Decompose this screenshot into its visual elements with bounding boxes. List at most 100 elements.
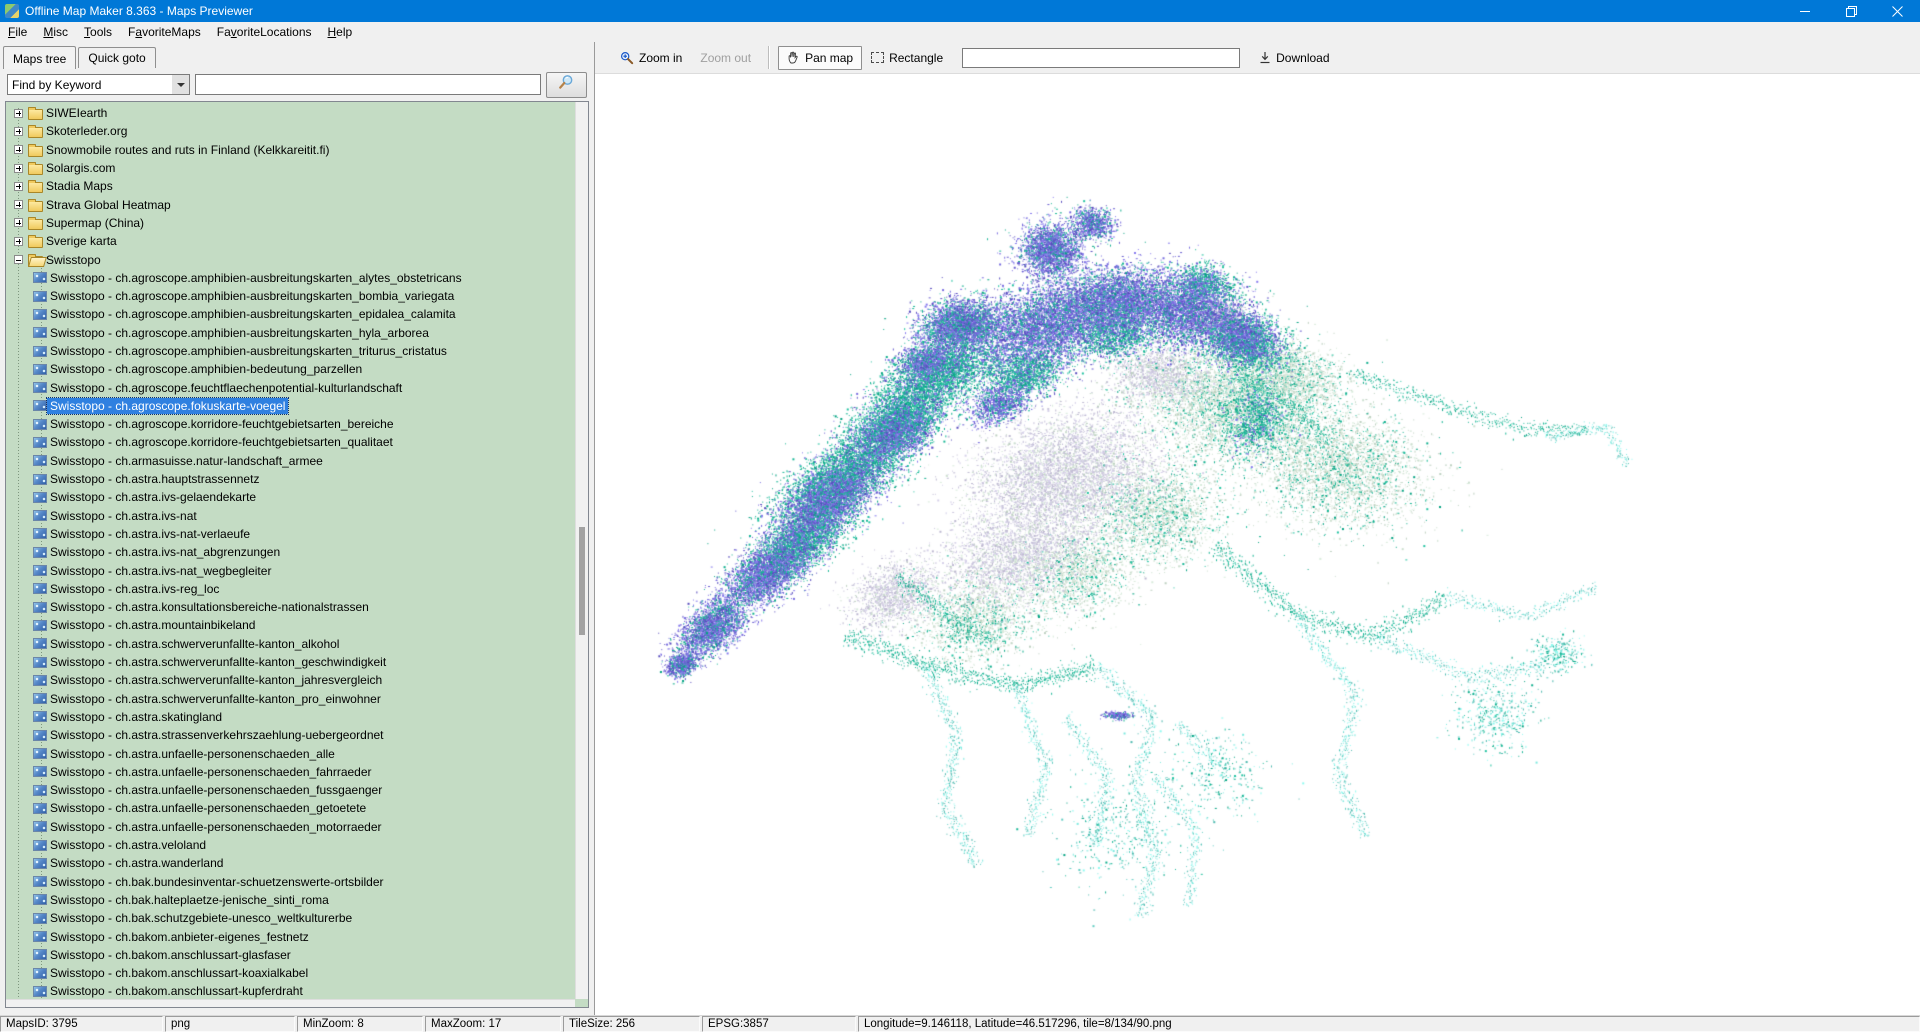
- tree-item[interactable]: Swisstopo: [6, 250, 574, 268]
- tree-item[interactable]: Swisstopo - ch.agroscope.amphibien-ausbr…: [6, 287, 574, 305]
- collapse-icon[interactable]: [14, 255, 23, 264]
- tree-item[interactable]: Swisstopo - ch.astra.ivs-nat_wegbegleite…: [6, 561, 574, 579]
- tree-item[interactable]: Swisstopo - ch.bakom.anbieter-eigenes_fe…: [6, 927, 574, 945]
- tree-item[interactable]: Swisstopo - ch.astra.schwerverunfallte-k…: [6, 690, 574, 708]
- tree-item[interactable]: Swisstopo - ch.astra.unfaelle-personensc…: [6, 744, 574, 762]
- tree-item[interactable]: Swisstopo - ch.agroscope.amphibien-ausbr…: [6, 324, 574, 342]
- tree-item[interactable]: Swisstopo - ch.astra.ivs-nat: [6, 507, 574, 525]
- tree-item[interactable]: Swisstopo - ch.agroscope.fokuskarte-voeg…: [6, 397, 574, 415]
- download-label: Download: [1276, 51, 1329, 65]
- tree-item[interactable]: Sverige karta: [6, 232, 574, 250]
- zoom-out-button[interactable]: Zoom out: [691, 46, 760, 70]
- tree-item[interactable]: Swisstopo - ch.astra.schwerverunfallte-k…: [6, 653, 574, 671]
- tree-horizontal-scrollbar[interactable]: [6, 999, 575, 1007]
- expand-icon[interactable]: [14, 127, 23, 136]
- tree-item[interactable]: Swisstopo - ch.astra.unfaelle-personensc…: [6, 763, 574, 781]
- tree-item-label: Swisstopo - ch.agroscope.amphibien-ausbr…: [47, 270, 465, 286]
- tree-item[interactable]: Solargis.com: [6, 159, 574, 177]
- expand-icon[interactable]: [14, 218, 23, 227]
- tree-item[interactable]: Swisstopo - ch.armasuisse.natur-landscha…: [6, 452, 574, 470]
- tree-item[interactable]: Swisstopo - ch.agroscope.amphibien-ausbr…: [6, 305, 574, 323]
- menu-item-tools[interactable]: Tools: [76, 22, 120, 42]
- map-canvas[interactable]: [595, 74, 1920, 1015]
- expand-icon[interactable]: [14, 145, 23, 154]
- tree-item[interactable]: Swisstopo - ch.astra.mountainbikeland: [6, 616, 574, 634]
- expand-icon[interactable]: [14, 200, 23, 209]
- toolbar-input[interactable]: [962, 48, 1240, 68]
- tree-item[interactable]: Swisstopo - ch.bak.halteplaetze-jenische…: [6, 891, 574, 909]
- tab-quick-goto[interactable]: Quick goto: [78, 47, 155, 68]
- minimize-button[interactable]: [1782, 0, 1828, 22]
- map-layer-icon: [33, 785, 47, 796]
- menu-item-misc[interactable]: Misc: [35, 22, 76, 42]
- tree-item[interactable]: Supermap (China): [6, 214, 574, 232]
- tree-item[interactable]: Swisstopo - ch.bakom.anschlussart-koaxia…: [6, 964, 574, 982]
- tree-item-label: Swisstopo - ch.astra.ivs-reg_loc: [47, 581, 222, 597]
- tree-item[interactable]: Skoterleder.org: [6, 122, 574, 140]
- tree-item[interactable]: Swisstopo - ch.astra.ivs-gelaendekarte: [6, 488, 574, 506]
- expand-icon[interactable]: [14, 237, 23, 246]
- tree-item[interactable]: Stadia Maps: [6, 177, 574, 195]
- expand-icon[interactable]: [14, 182, 23, 191]
- map-layer-icon: [33, 474, 47, 485]
- scrollbar-thumb[interactable]: [579, 527, 585, 635]
- map-layer-icon: [33, 986, 47, 997]
- tree-item[interactable]: SIWEIearth: [6, 104, 574, 122]
- restore-button[interactable]: [1828, 0, 1874, 22]
- tree-item[interactable]: Swisstopo - ch.bakom.anschlussart-kupfer…: [6, 982, 574, 999]
- tree-item[interactable]: Swisstopo - ch.astra.unfaelle-personensc…: [6, 781, 574, 799]
- map-layer-icon: [33, 602, 47, 613]
- tree-item[interactable]: Snowmobile routes and ruts in Finland (K…: [6, 141, 574, 159]
- map-viewport[interactable]: [595, 73, 1920, 1015]
- map-layer-icon: [33, 528, 47, 539]
- tree-item[interactable]: Swisstopo - ch.agroscope.amphibien-bedeu…: [6, 360, 574, 378]
- combo-dropdown-button[interactable]: [172, 75, 189, 94]
- tree-item[interactable]: Swisstopo - ch.bak.schutzgebiete-unesco_…: [6, 909, 574, 927]
- search-button[interactable]: [546, 72, 587, 98]
- menu-item-file[interactable]: File: [0, 22, 35, 42]
- tree-vertical-scrollbar[interactable]: [575, 102, 588, 999]
- tree-item[interactable]: Swisstopo - ch.astra.unfaelle-personensc…: [6, 799, 574, 817]
- search-mode-select[interactable]: Find by Keyword: [7, 74, 190, 95]
- tab-maps-tree[interactable]: Maps tree: [3, 46, 76, 69]
- tree-item[interactable]: Swisstopo - ch.astra.ivs-reg_loc: [6, 580, 574, 598]
- tree-item[interactable]: Swisstopo - ch.astra.wanderland: [6, 854, 574, 872]
- tree-item[interactable]: Swisstopo - ch.astra.veloland: [6, 836, 574, 854]
- tree-item[interactable]: Strava Global Heatmap: [6, 195, 574, 213]
- tree-item-label: Swisstopo - ch.astra.ivs-nat_abgrenzunge…: [47, 544, 283, 560]
- tree-item[interactable]: Swisstopo - ch.astra.ivs-nat_abgrenzunge…: [6, 543, 574, 561]
- tree-item[interactable]: Swisstopo - ch.bak.bundesinventar-schuet…: [6, 872, 574, 890]
- tree-item[interactable]: Swisstopo - ch.agroscope.amphibien-ausbr…: [6, 342, 574, 360]
- tree-item-label: Swisstopo - ch.astra.schwerverunfallte-k…: [47, 654, 389, 670]
- close-button[interactable]: [1874, 0, 1920, 22]
- tree-item[interactable]: Swisstopo - ch.astra.strassenverkehrszae…: [6, 726, 574, 744]
- menu-item-favoritemaps[interactable]: FavoriteMaps: [120, 22, 209, 42]
- tree-item-label: Strava Global Heatmap: [43, 197, 174, 213]
- rectangle-button[interactable]: Rectangle: [862, 46, 952, 70]
- expand-icon[interactable]: [14, 164, 23, 173]
- zoom-in-label: Zoom in: [639, 51, 682, 65]
- tree-item-label: Swisstopo - ch.astra.mountainbikeland: [47, 617, 258, 633]
- pan-map-button[interactable]: Pan map: [778, 46, 862, 70]
- tree-item[interactable]: Swisstopo - ch.bakom.anschlussart-glasfa…: [6, 946, 574, 964]
- tree-item[interactable]: Swisstopo - ch.astra.unfaelle-personensc…: [6, 818, 574, 836]
- menu-item-favoritelocations[interactable]: FavoriteLocations: [209, 22, 320, 42]
- tree-item[interactable]: Swisstopo - ch.agroscope.korridore-feuch…: [6, 433, 574, 451]
- menu-item-help[interactable]: Help: [320, 22, 361, 42]
- tree-item[interactable]: Swisstopo - ch.astra.schwerverunfallte-k…: [6, 635, 574, 653]
- search-input[interactable]: [195, 74, 541, 95]
- tree-item[interactable]: Swisstopo - ch.astra.ivs-nat-verlaeufe: [6, 525, 574, 543]
- tree-item[interactable]: Swisstopo - ch.astra.schwerverunfallte-k…: [6, 671, 574, 689]
- magnifier-icon: [558, 74, 575, 95]
- tree-item[interactable]: Swisstopo - ch.astra.hauptstrassennetz: [6, 470, 574, 488]
- download-button[interactable]: Download: [1250, 46, 1338, 70]
- map-layer-icon: [33, 309, 47, 320]
- zoom-in-button[interactable]: Zoom in: [611, 46, 691, 70]
- expand-icon[interactable]: [14, 109, 23, 118]
- tree-item[interactable]: Swisstopo - ch.agroscope.amphibien-ausbr…: [6, 269, 574, 287]
- tree-item-label: Snowmobile routes and ruts in Finland (K…: [43, 142, 332, 158]
- tree-item[interactable]: Swisstopo - ch.agroscope.korridore-feuch…: [6, 415, 574, 433]
- tree-item[interactable]: Swisstopo - ch.agroscope.feuchtflaechenp…: [6, 378, 574, 396]
- tree-item[interactable]: Swisstopo - ch.astra.konsultationsbereic…: [6, 598, 574, 616]
- tree-item[interactable]: Swisstopo - ch.astra.skatingland: [6, 708, 574, 726]
